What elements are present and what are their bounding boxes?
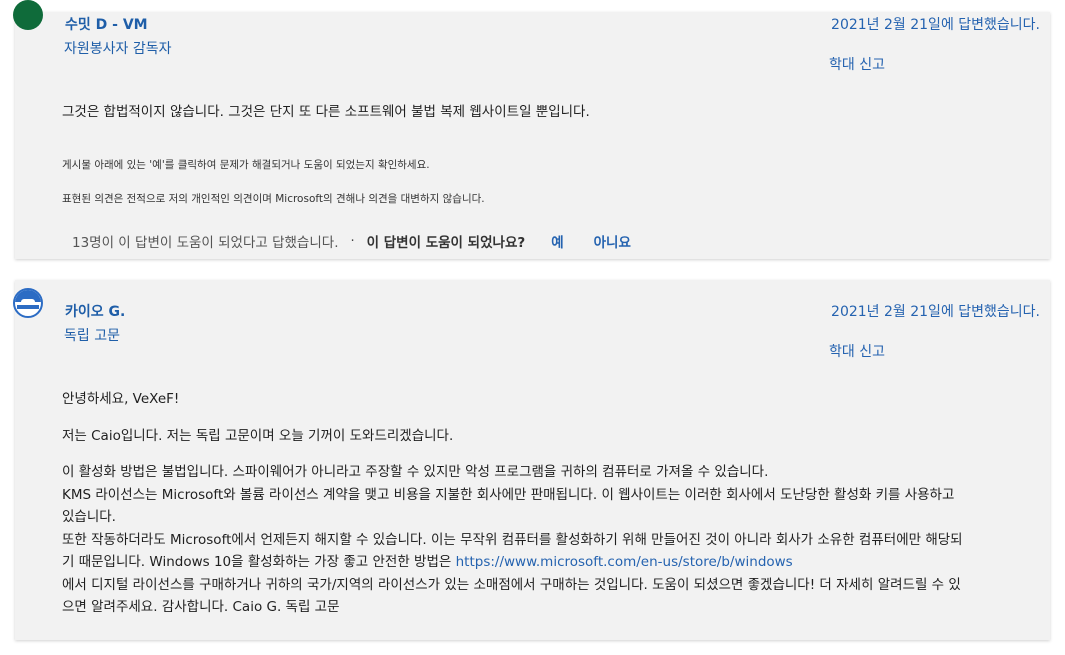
body-line-with-link: 기 때문입니다. Windows 10을 활성화하는 가장 좋고 안전한 방법은… bbox=[62, 551, 1047, 574]
helpful-count: 13명이 이 답변이 도움이 되었다고 답했습니다. bbox=[72, 235, 339, 251]
avatar[interactable] bbox=[13, 288, 43, 318]
helpful-question: 이 답변이 도움이 되었나요? bbox=[366, 235, 526, 251]
avatar[interactable] bbox=[13, 0, 43, 30]
greeting: 안녕하세요, VeXeF! bbox=[62, 391, 180, 407]
separator: · bbox=[350, 233, 355, 249]
reply-card: 수밋 D - VM 자원봉사자 감독자 2021년 2월 21일에 답변했습니다… bbox=[13, 0, 1050, 259]
author-name[interactable]: 카이오 G. bbox=[65, 301, 125, 321]
intro: 저는 Caio입니다. 저는 독립 고문이며 오늘 기꺼이 도와드리겠습니다. bbox=[62, 427, 454, 444]
author-role[interactable]: 자원봉사자 감독자 bbox=[64, 38, 172, 58]
author-role[interactable]: 독립 고문 bbox=[64, 325, 120, 345]
helpful-footer: 13명이 이 답변이 도움이 되었다고 답했습니다. · 이 답변이 도움이 되… bbox=[72, 231, 631, 252]
reply-disclaimer: 표현된 의견은 전적으로 저의 개인적인 의견이며 Microsoft의 견해나… bbox=[62, 193, 485, 205]
no-button[interactable]: 아니요 bbox=[594, 231, 631, 251]
yes-button[interactable]: 예 bbox=[551, 231, 563, 251]
report-abuse-link[interactable]: 학대 신고 bbox=[829, 54, 885, 74]
reply-date[interactable]: 2021년 2월 21일에 답변했습니다. bbox=[831, 14, 1040, 34]
body-line: 또한 작동하더라도 Microsoft에서 언제든지 해지할 수 있습니다. 이… bbox=[62, 531, 963, 548]
author-name[interactable]: 수밋 D - VM bbox=[65, 14, 148, 34]
body-line: KMS 라이선스는 Microsoft와 볼륨 라이선스 계약을 맺고 비용을 … bbox=[62, 486, 955, 503]
body-line: 이 활성화 방법은 불법입니다. 스파이웨어가 아니라고 주장할 수 있지만 악… bbox=[62, 464, 769, 480]
reply-note: 게시물 아래에 있는 '예'를 클릭하여 문제가 해결되거나 도움이 되었는지 … bbox=[62, 159, 430, 171]
report-abuse-link[interactable]: 학대 신고 bbox=[829, 341, 885, 361]
body-line: 있습니다. bbox=[62, 509, 116, 525]
microsoft-store-link[interactable]: https://www.microsoft.com/en-us/store/b/… bbox=[456, 554, 793, 570]
body-line: 으면 알려주세요. 감사합니다. Caio G. 독립 고문 bbox=[62, 599, 340, 615]
reply-date[interactable]: 2021년 2월 21일에 답변했습니다. bbox=[831, 301, 1040, 321]
reply-body: 그것은 합법적이지 않습니다. 그것은 단지 또 다른 소프트웨어 불법 복제 … bbox=[62, 104, 590, 120]
reply-body: 안녕하세요, VeXeF! 저는 Caio입니다. 저는 독립 고문이며 오늘 … bbox=[62, 388, 1047, 619]
body-line: 에서 디지털 라이선스를 구매하거나 귀하의 국가/지역의 라이선스가 있는 소… bbox=[62, 576, 961, 593]
avatar-band-shape bbox=[17, 305, 39, 309]
body-line: 기 때문입니다. Windows 10을 활성화하는 가장 좋고 안전한 방법은 bbox=[62, 554, 452, 570]
body-paragraph: 이 활성화 방법은 불법입니다. 스파이웨어가 아니라고 주장할 수 있지만 악… bbox=[62, 461, 1047, 619]
reply-card: 카이오 G. 독립 고문 2021년 2월 21일에 답변했습니다. 학대 신고… bbox=[13, 280, 1050, 640]
